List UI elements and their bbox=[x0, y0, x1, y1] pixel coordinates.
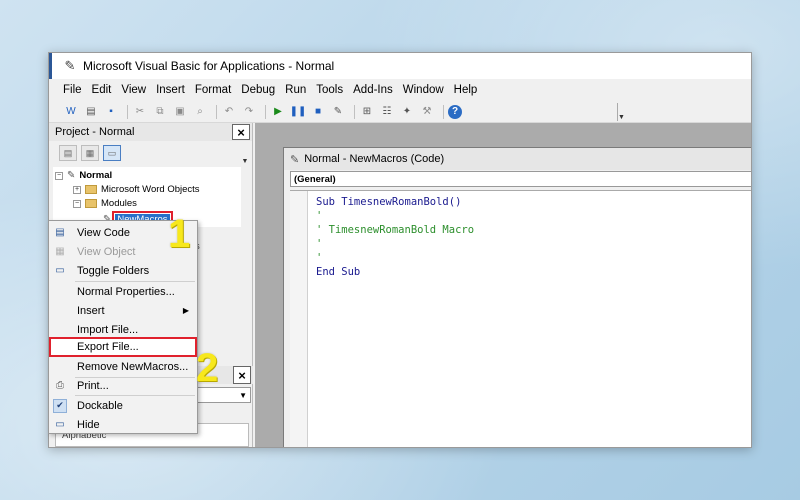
undo-icon[interactable]: ↶ bbox=[221, 104, 237, 120]
project-pane-toolbar: ▤ ▦ ▭ bbox=[49, 141, 252, 165]
check-icon-wrapper: ✔ bbox=[49, 398, 71, 413]
step-2-label: 2 bbox=[196, 346, 219, 390]
general-dropdown-value: (General) bbox=[294, 173, 336, 185]
code-window: ✎ Normal - NewMacros (Code) (General) Su… bbox=[283, 147, 751, 447]
expand-icon[interactable]: + bbox=[73, 185, 81, 194]
menu-add-ins[interactable]: Add-Ins bbox=[353, 84, 393, 96]
code-line[interactable]: ' bbox=[316, 210, 474, 224]
code-line[interactable]: End Sub bbox=[316, 266, 474, 280]
toolbar-separator bbox=[265, 104, 266, 119]
word-icon[interactable]: W bbox=[63, 104, 79, 120]
menu-file[interactable]: File bbox=[63, 84, 82, 96]
run-icon[interactable]: ▶ bbox=[270, 104, 286, 120]
tree-node-word-objects[interactable]: + Microsoft Word Objects bbox=[73, 183, 200, 196]
tree-label-word-objects: Microsoft Word Objects bbox=[101, 184, 200, 195]
folder-icon bbox=[85, 185, 97, 194]
check-icon: ✔ bbox=[53, 398, 67, 413]
toolbox-icon[interactable]: ⚒ bbox=[419, 104, 435, 120]
toolbar-overflow-icon[interactable]: ▼ bbox=[617, 102, 625, 121]
toolbar-separator bbox=[127, 104, 128, 119]
general-dropdown[interactable]: (General) bbox=[290, 171, 751, 187]
project-icon: ✎ bbox=[67, 170, 76, 181]
copy-icon[interactable]: ⧉ bbox=[152, 104, 168, 120]
menu-format[interactable]: Format bbox=[195, 84, 231, 96]
code-line[interactable]: Sub TimesnewRomanBold() bbox=[316, 196, 474, 210]
menu-edit[interactable]: Edit bbox=[92, 84, 112, 96]
toolbar-separator bbox=[216, 104, 217, 119]
close-project-pane-button[interactable]: × bbox=[232, 124, 250, 140]
project-pane-title: Project - Normal bbox=[55, 126, 135, 138]
view-object-icon: ▦ bbox=[55, 246, 65, 257]
print-icon: ⎙ bbox=[56, 380, 64, 391]
code-line[interactable]: ' bbox=[316, 252, 474, 266]
toolbar-separator bbox=[443, 104, 444, 119]
pane-scroll-arrow-icon[interactable]: ▼ bbox=[240, 143, 250, 165]
code-editor[interactable]: Sub TimesnewRomanBold() ' ' TimesnewRoma… bbox=[290, 190, 751, 447]
reset-icon[interactable]: ■ bbox=[310, 104, 326, 120]
project-tree: − ✎ Normal + Microsoft Word Objects − Mo… bbox=[53, 167, 241, 228]
menu-item-toggle-folders[interactable]: ▭ Toggle Folders bbox=[49, 261, 197, 280]
code-window-title: Normal - NewMacros (Code) bbox=[304, 153, 445, 165]
code-margin-indicator-bar bbox=[290, 191, 308, 447]
design-mode-icon[interactable]: ✎ bbox=[330, 104, 346, 120]
view-object-small-icon[interactable]: ▦ bbox=[81, 145, 99, 161]
chevron-down-icon: ▼ bbox=[239, 390, 247, 400]
submenu-arrow-icon: ▶ bbox=[182, 306, 189, 315]
code-line[interactable]: ' TimesnewRomanBold Macro bbox=[316, 224, 474, 238]
menu-item-print[interactable]: ⎙ Print... bbox=[49, 376, 197, 395]
object-browser-icon[interactable]: ✦ bbox=[399, 104, 415, 120]
menu-item-hide[interactable]: ▭ Hide bbox=[49, 415, 197, 434]
toggle-folders-small-icon[interactable]: ▭ bbox=[103, 145, 121, 161]
code-window-title-bar: ✎ Normal - NewMacros (Code) bbox=[284, 148, 751, 170]
toolbar-separator bbox=[354, 104, 355, 119]
save-icon[interactable]: ▪ bbox=[103, 104, 119, 120]
insert-module-icon[interactable]: ▤ bbox=[83, 104, 99, 120]
properties-icon[interactable]: ☷ bbox=[379, 104, 395, 120]
tree-node-normal[interactable]: − ✎ Normal bbox=[55, 169, 112, 182]
view-code-icon: ▤ bbox=[55, 227, 65, 238]
menu-run[interactable]: Run bbox=[285, 84, 306, 96]
menu-view[interactable]: View bbox=[121, 84, 146, 96]
mdi-workspace: ✎ Normal - NewMacros (Code) (General) Su… bbox=[255, 123, 751, 447]
code-line[interactable]: ' bbox=[316, 238, 474, 252]
step-1-label: 1 bbox=[168, 212, 191, 256]
menu-item-remove-newmacros[interactable]: Remove NewMacros... bbox=[49, 357, 197, 376]
find-icon[interactable]: ⌕ bbox=[192, 104, 208, 120]
vba-app-icon: ✎ bbox=[64, 58, 76, 73]
menu-item-dockable[interactable]: ✔ Dockable bbox=[49, 396, 197, 415]
collapse-icon[interactable]: − bbox=[55, 171, 63, 180]
help-icon[interactable]: ? bbox=[448, 104, 462, 119]
project-pane-header: Project - Normal × bbox=[49, 123, 252, 141]
menu-item-insert[interactable]: Insert ▶ bbox=[49, 301, 197, 320]
standard-toolbar: W ▤ ▪ ✂ ⧉ ▣ ⌕ ↶ ↷ ▶ ❚❚ ■ ✎ ⊞ ☷ ✦ ⚒ ? ▼ bbox=[49, 101, 751, 123]
view-code-small-icon[interactable]: ▤ bbox=[59, 145, 77, 161]
menu-window[interactable]: Window bbox=[403, 84, 444, 96]
menu-bar: File Edit View Insert Format Debug Run T… bbox=[49, 79, 751, 101]
title-bar: ✎ Microsoft Visual Basic for Application… bbox=[49, 53, 751, 79]
menu-item-export-file[interactable]: Export File... bbox=[49, 337, 197, 357]
break-icon[interactable]: ❚❚ bbox=[290, 104, 307, 120]
code-lines: Sub TimesnewRomanBold() ' ' TimesnewRoma… bbox=[316, 196, 474, 280]
menu-help[interactable]: Help bbox=[454, 84, 478, 96]
folder-icon: ▭ bbox=[55, 265, 65, 276]
menu-insert[interactable]: Insert bbox=[156, 84, 185, 96]
folder-open-icon bbox=[85, 199, 97, 208]
window-title: Microsoft Visual Basic for Applications … bbox=[83, 59, 335, 73]
tree-label-modules: Modules bbox=[101, 198, 137, 209]
menu-item-normal-properties[interactable]: Normal Properties... bbox=[49, 282, 197, 301]
cut-icon[interactable]: ✂ bbox=[132, 104, 148, 120]
menu-debug[interactable]: Debug bbox=[241, 84, 275, 96]
close-properties-pane-button[interactable]: × bbox=[233, 366, 251, 384]
hide-icon: ▭ bbox=[55, 419, 65, 430]
paste-icon[interactable]: ▣ bbox=[172, 104, 188, 120]
menu-tools[interactable]: Tools bbox=[316, 84, 343, 96]
code-window-icon: ✎ bbox=[290, 153, 300, 166]
redo-icon[interactable]: ↷ bbox=[241, 104, 257, 120]
tree-node-modules[interactable]: − Modules bbox=[73, 197, 137, 210]
collapse-icon[interactable]: − bbox=[73, 199, 81, 208]
tree-label-normal: Normal bbox=[79, 170, 113, 181]
project-explorer-icon[interactable]: ⊞ bbox=[359, 104, 375, 120]
